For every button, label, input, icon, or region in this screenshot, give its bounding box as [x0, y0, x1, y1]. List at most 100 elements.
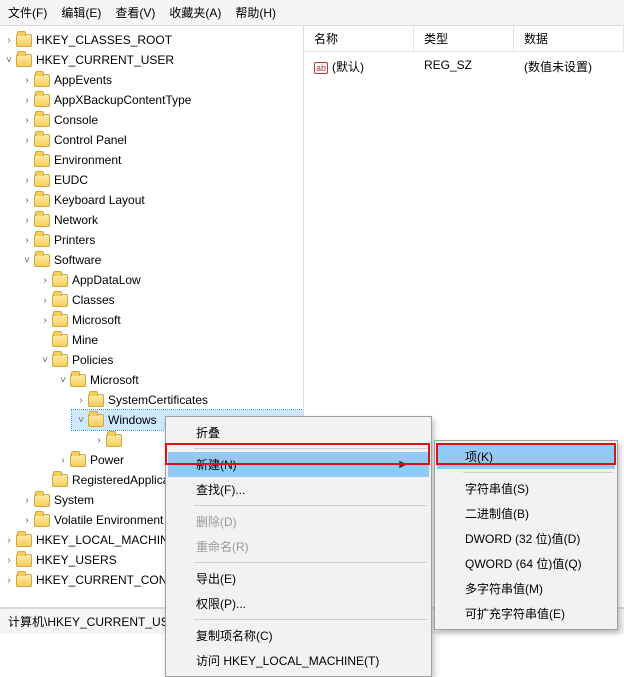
- col-name[interactable]: 名称: [304, 26, 414, 51]
- menu-item[interactable]: 收藏夹(A): [169, 4, 221, 21]
- menu-separator: [194, 505, 427, 506]
- chevron-right-icon[interactable]: ›: [2, 555, 16, 566]
- folder-icon: [16, 54, 32, 67]
- menu-item-label: 二进制值(B): [465, 505, 529, 522]
- tree-node[interactable]: ›Control Panel: [18, 130, 303, 150]
- chevron-right-icon[interactable]: ›: [20, 95, 34, 106]
- tree-node[interactable]: › EUDC: [18, 170, 303, 190]
- tree-node[interactable]: Environment: [18, 150, 303, 170]
- tree-label: HKEY_CLASSES_ROOT: [36, 33, 172, 47]
- menu-item[interactable]: 字符串值(S): [437, 476, 615, 501]
- chevron-down-icon[interactable]: ˅: [74, 415, 88, 426]
- chevron-right-icon[interactable]: ›: [20, 115, 34, 126]
- chevron-right-icon[interactable]: ›: [20, 75, 34, 86]
- folder-icon: [34, 74, 50, 87]
- tree-label: Keyboard Layout: [54, 193, 145, 207]
- menu-item[interactable]: 可扩充字符串值(E): [437, 601, 615, 626]
- tree-label: SystemCertificates: [108, 393, 208, 407]
- menu-item-label: 折叠: [196, 424, 220, 441]
- tree-label: HKEY_LOCAL_MACHINE: [36, 533, 177, 547]
- menu-item[interactable]: 折叠: [168, 420, 429, 445]
- tree-node[interactable]: ˅Policies: [36, 350, 303, 370]
- menu-item[interactable]: 访问 HKEY_LOCAL_MACHINE(T): [168, 648, 429, 673]
- tree-label: Volatile Environment: [54, 513, 163, 527]
- chevron-right-icon[interactable]: ›: [20, 235, 34, 246]
- folder-icon: [52, 294, 68, 307]
- context-menu[interactable]: 折叠新建(N)▶查找(F)...删除(D)重命名(R)导出(E)权限(P)...…: [165, 416, 432, 677]
- chevron-right-icon[interactable]: ›: [20, 515, 34, 526]
- tree-node[interactable]: ›AppEvents: [18, 70, 303, 90]
- chevron-right-icon[interactable]: ›: [2, 575, 16, 586]
- value-type: REG_SZ: [414, 54, 514, 79]
- menu-item[interactable]: 权限(P)...: [168, 591, 429, 616]
- menu-item-label: 访问 HKEY_LOCAL_MACHINE(T): [196, 652, 379, 669]
- folder-icon: [34, 254, 50, 267]
- tree-node[interactable]: › Network: [18, 210, 303, 230]
- chevron-right-icon[interactable]: ›: [20, 195, 34, 206]
- folder-icon: [88, 414, 104, 427]
- menu-item[interactable]: 多字符串值(M): [437, 576, 615, 601]
- chevron-right-icon[interactable]: ›: [20, 495, 34, 506]
- col-data[interactable]: 数据: [514, 26, 624, 51]
- chevron-right-icon[interactable]: ›: [92, 435, 106, 446]
- tree-node[interactable]: Mine: [36, 330, 303, 350]
- tree-label: Console: [54, 113, 98, 127]
- chevron-down-icon[interactable]: ˅: [20, 255, 34, 266]
- menu-item[interactable]: 导出(E): [168, 566, 429, 591]
- tree-label: HKEY_USERS: [36, 553, 117, 567]
- tree-node[interactable]: ˅ Software: [18, 250, 303, 270]
- menu-item-label: 权限(P)...: [196, 595, 246, 612]
- chevron-right-icon[interactable]: ›: [38, 275, 52, 286]
- menu-item[interactable]: 查看(V): [115, 4, 155, 21]
- tree-node[interactable]: › Keyboard Layout: [18, 190, 303, 210]
- tree-label: Mine: [72, 333, 98, 347]
- tree-node[interactable]: › HKEY_CLASSES_ROOT: [0, 30, 303, 50]
- menu-item[interactable]: 文件(F): [8, 4, 47, 21]
- tree-node[interactable]: › Console: [18, 110, 303, 130]
- menu-item[interactable]: 项(K): [437, 444, 615, 469]
- chevron-down-icon[interactable]: ˅: [56, 375, 70, 386]
- menu-item[interactable]: DWORD (32 位)值(D): [437, 526, 615, 551]
- tree-label: AppDataLow: [72, 273, 141, 287]
- chevron-right-icon[interactable]: ›: [56, 455, 70, 466]
- col-type[interactable]: 类型: [414, 26, 514, 51]
- chevron-right-icon[interactable]: ›: [2, 535, 16, 546]
- tree-node[interactable]: › SystemCertificates: [72, 390, 303, 410]
- value-row[interactable]: ab(默认)REG_SZ(数值未设置): [304, 52, 624, 81]
- menu-separator: [194, 619, 427, 620]
- tree-label: EUDC: [54, 173, 88, 187]
- chevron-right-icon[interactable]: ›: [38, 315, 52, 326]
- tree-label: Classes: [72, 293, 115, 307]
- folder-icon: [70, 374, 86, 387]
- tree-node[interactable]: ˅HKEY_CURRENT_USER: [0, 50, 303, 70]
- menu-item[interactable]: 编辑(E): [61, 4, 101, 21]
- chevron-down-icon[interactable]: ˅: [38, 355, 52, 366]
- chevron-right-icon[interactable]: ›: [38, 295, 52, 306]
- menu-item-label: QWORD (64 位)值(Q): [465, 555, 582, 572]
- tree-label: Network: [54, 213, 98, 227]
- chevron-down-icon[interactable]: ˅: [2, 55, 16, 66]
- tree-node[interactable]: ›Printers: [18, 230, 303, 250]
- folder-icon: [52, 354, 68, 367]
- tree-node[interactable]: ˅Microsoft: [54, 370, 303, 390]
- tree-node[interactable]: › Classes: [36, 290, 303, 310]
- chevron-right-icon[interactable]: ›: [20, 135, 34, 146]
- chevron-right-icon[interactable]: ›: [20, 175, 34, 186]
- menu-item[interactable]: 二进制值(B): [437, 501, 615, 526]
- menu-item[interactable]: 帮助(H): [235, 4, 276, 21]
- tree-node[interactable]: ›Microsoft: [36, 310, 303, 330]
- list-header: 名称 类型 数据: [304, 26, 624, 52]
- menu-item[interactable]: QWORD (64 位)值(Q): [437, 551, 615, 576]
- tree-node[interactable]: ›AppXBackupContentType: [18, 90, 303, 110]
- chevron-right-icon[interactable]: ›: [20, 215, 34, 226]
- folder-icon: [34, 494, 50, 507]
- tree-label: Software: [54, 253, 101, 267]
- chevron-right-icon[interactable]: ›: [2, 35, 16, 46]
- string-value-icon: ab: [314, 62, 328, 74]
- chevron-right-icon[interactable]: ›: [74, 395, 88, 406]
- menu-item[interactable]: 新建(N)▶: [168, 452, 429, 477]
- folder-icon: [34, 154, 50, 167]
- menu-item[interactable]: 查找(F)...: [168, 477, 429, 502]
- tree-node[interactable]: › AppDataLow: [36, 270, 303, 290]
- context-submenu-new[interactable]: 项(K) 字符串值(S) 二进制值(B) DWORD (32 位)值(D) QWORD …: [434, 440, 618, 630]
